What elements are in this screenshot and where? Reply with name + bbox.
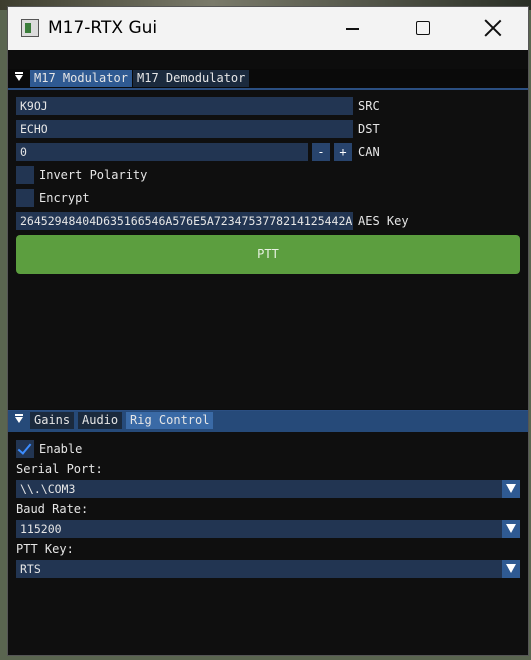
chevron-down-icon — [506, 484, 516, 493]
title-bar: M17-RTX Gui — [8, 7, 528, 50]
tab-gains[interactable]: Gains — [30, 412, 75, 429]
dst-input[interactable]: ECHO — [16, 120, 353, 138]
can-input[interactable]: 0 — [16, 143, 308, 161]
serial-port-dropdown-button[interactable] — [502, 480, 520, 498]
ptt-key-value: RTS — [20, 562, 41, 576]
app-icon — [21, 19, 39, 37]
minimize-button[interactable] — [324, 7, 382, 50]
tab-m17-demodulator[interactable]: M17 Demodulator — [133, 70, 250, 87]
src-label: SRC — [358, 99, 380, 113]
window-title: M17-RTX Gui — [48, 18, 158, 38]
ptt-key-select[interactable]: RTS — [16, 560, 520, 578]
invert-polarity-checkbox[interactable] — [16, 166, 34, 184]
serial-port-value: \\.\COM3 — [20, 482, 76, 496]
invert-polarity-label: Invert Polarity — [39, 168, 148, 182]
chevron-down-icon — [506, 564, 516, 573]
maximize-button[interactable] — [394, 7, 452, 50]
close-icon — [484, 19, 502, 37]
tab-audio[interactable]: Audio — [78, 412, 123, 429]
dst-label: DST — [358, 122, 380, 136]
aes-key-input[interactable]: 26452948404D635166546A576E5A723475377821… — [16, 212, 353, 230]
baud-rate-select[interactable]: 115200 — [16, 520, 520, 538]
enable-label: Enable — [39, 442, 83, 456]
checkmark-icon — [17, 440, 32, 455]
can-increment-button[interactable]: + — [334, 143, 352, 161]
tab-m17-modulator[interactable]: M17 Modulator — [30, 70, 132, 87]
baud-rate-dropdown-button[interactable] — [502, 520, 520, 538]
modulator-tab-bar: M17 Modulator M17 Demodulator — [8, 69, 528, 90]
tab-rig-control[interactable]: Rig Control — [126, 412, 214, 429]
minimize-icon — [346, 28, 359, 30]
serial-port-select[interactable]: \\.\COM3 — [16, 480, 520, 498]
rig-panel: Gains Audio Rig Control Enable Serial Po… — [8, 410, 528, 655]
maximize-icon — [416, 21, 430, 35]
collapse-bar-icon — [15, 72, 23, 74]
ptt-button[interactable]: PTT — [16, 235, 520, 274]
aes-key-label: AES Key — [358, 214, 409, 228]
encrypt-checkbox[interactable] — [16, 189, 34, 207]
collapse-bar-icon — [15, 414, 23, 416]
collapse-arrow-icon[interactable] — [15, 417, 23, 423]
chevron-down-icon — [506, 524, 516, 533]
baud-rate-value: 115200 — [20, 522, 62, 536]
baud-rate-label: Baud Rate: — [16, 502, 89, 516]
src-input[interactable]: K9OJ — [16, 97, 353, 115]
enable-checkbox[interactable] — [16, 440, 34, 458]
ptt-key-dropdown-button[interactable] — [502, 560, 520, 578]
collapse-arrow-icon[interactable] — [15, 75, 23, 81]
ptt-key-label: PTT Key: — [16, 542, 74, 556]
app-window: M17-RTX Gui M17 Modulator M17 Demodulato… — [7, 6, 529, 656]
close-button[interactable] — [464, 7, 522, 50]
can-decrement-button[interactable]: - — [312, 143, 330, 161]
modulator-panel: M17 Modulator M17 Demodulator K9OJ SRC E… — [8, 69, 528, 409]
can-label: CAN — [358, 145, 380, 159]
encrypt-label: Encrypt — [39, 191, 90, 205]
serial-port-label: Serial Port: — [16, 462, 103, 476]
rig-tab-bar: Gains Audio Rig Control — [8, 411, 528, 432]
